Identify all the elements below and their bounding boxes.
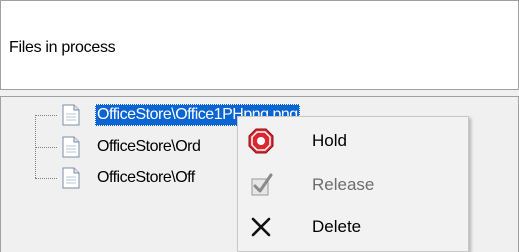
files-in-process-panel: Files in process <box>0 0 519 90</box>
panel-title: Files in process <box>9 39 116 56</box>
menu-item-label: Delete <box>312 217 362 236</box>
release-check-icon <box>248 172 274 198</box>
tree-branch-line <box>35 178 57 179</box>
file-icon <box>61 136 81 158</box>
file-icon <box>61 167 81 189</box>
tree-item-label: OfficeStore\Off <box>97 169 195 186</box>
file-icon <box>61 104 81 126</box>
menu-item-label: Release <box>312 175 375 194</box>
tree-branch-line <box>35 147 57 148</box>
menu-item-delete[interactable]: Delete <box>238 207 468 247</box>
menu-item-hold[interactable]: Hold <box>238 121 468 161</box>
context-menu: Hold Release Delete <box>237 116 469 252</box>
delete-x-icon <box>248 214 274 240</box>
tree-branch-line <box>35 115 57 116</box>
stop-sign-icon <box>248 128 274 154</box>
menu-item-label: Hold <box>312 131 347 150</box>
tree-item-label: OfficeStore\Ord <box>97 138 201 155</box>
menu-item-release[interactable]: Release <box>238 165 468 205</box>
